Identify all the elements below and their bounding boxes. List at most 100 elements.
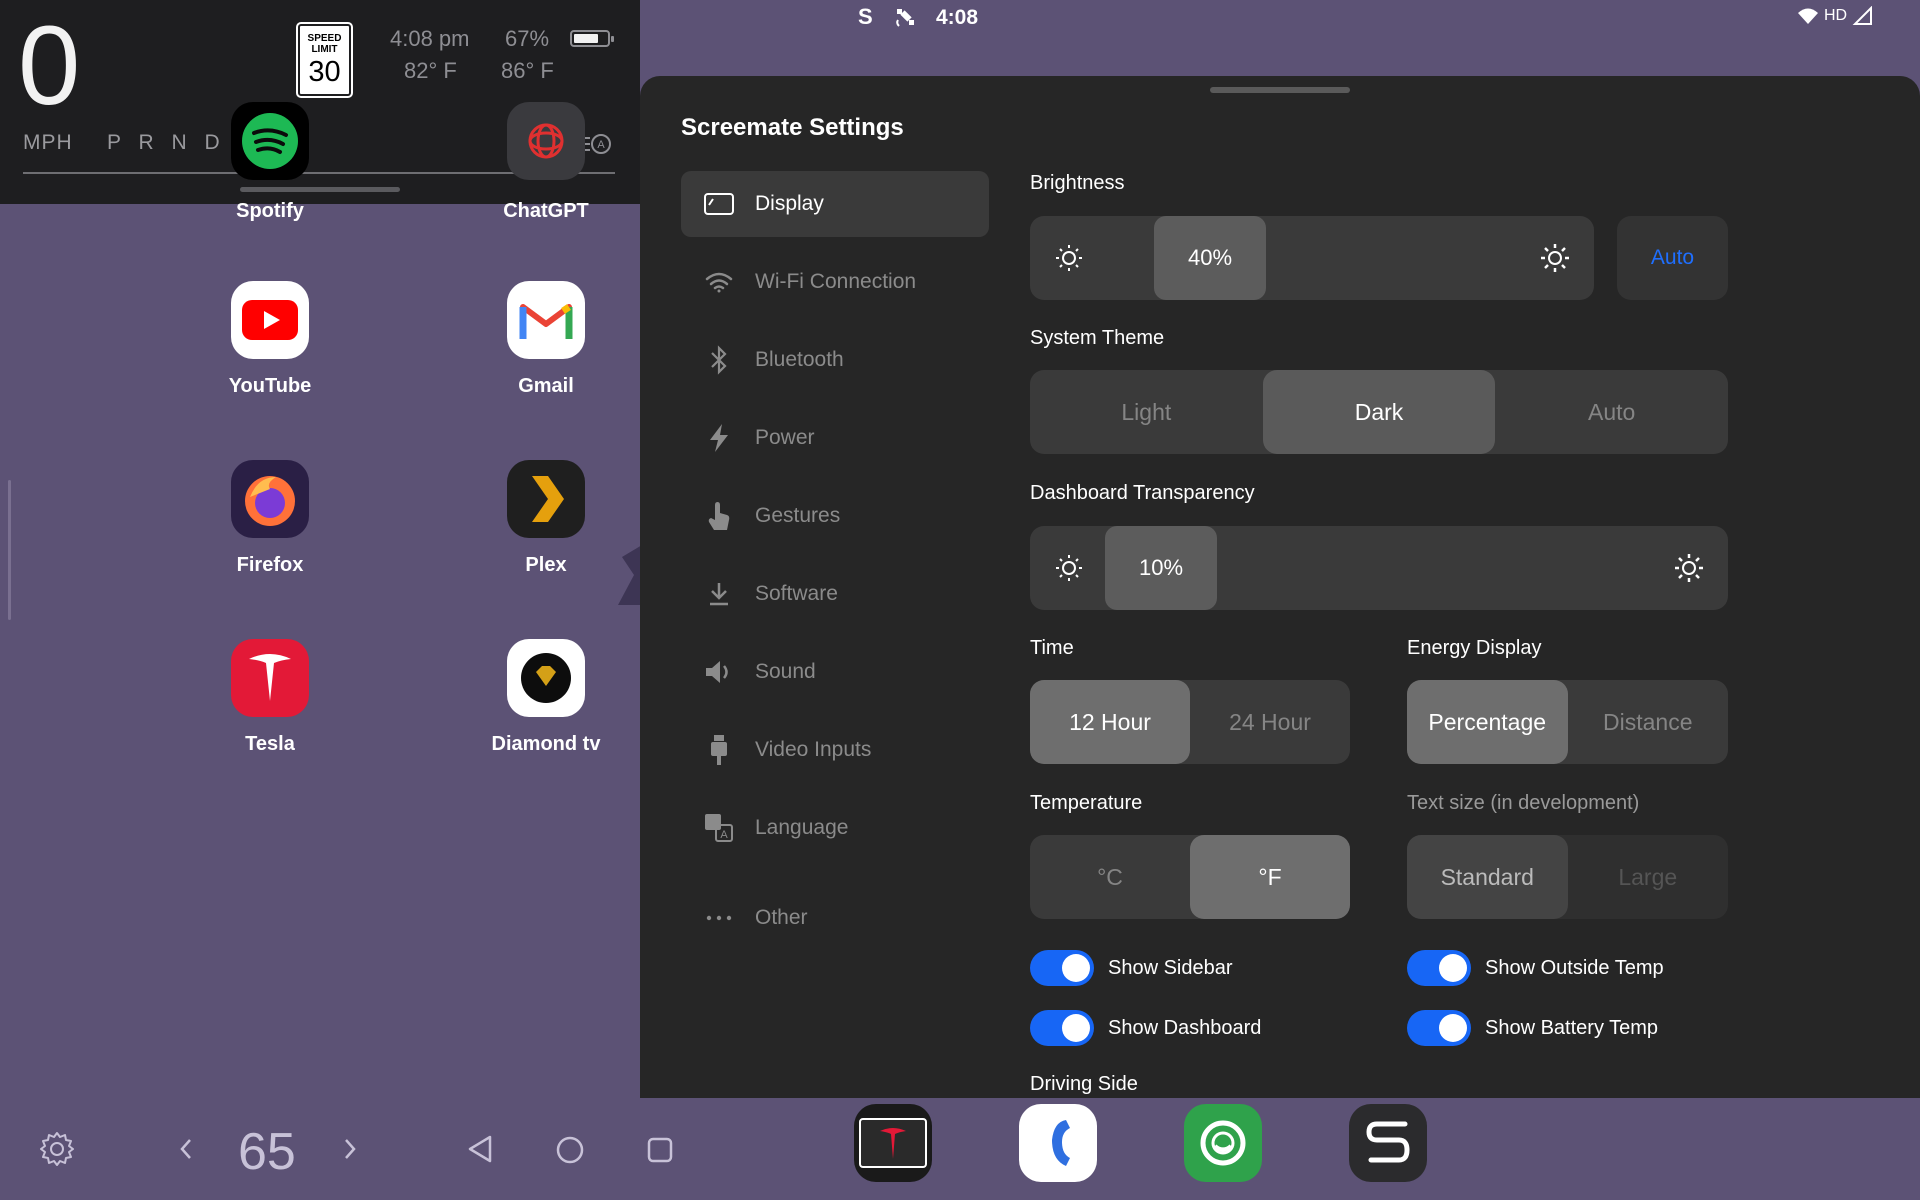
show-battery-temp-toggle[interactable] bbox=[1407, 1010, 1471, 1046]
sidebar-item-label: Gestures bbox=[755, 504, 841, 527]
theme-light-option[interactable]: Light bbox=[1030, 370, 1263, 454]
app-label-firefox: Firefox bbox=[236, 554, 304, 576]
app-label-diamond-tv: Diamond tv bbox=[491, 733, 601, 755]
diamond-tv-icon bbox=[507, 639, 585, 717]
volume-value: 65 bbox=[238, 1123, 296, 1181]
satellite-icon bbox=[896, 9, 914, 27]
svg-text:A: A bbox=[720, 829, 728, 841]
app-label-youtube: YouTube bbox=[228, 375, 312, 397]
time-format-segmented: 12 Hour 24 Hour bbox=[1030, 680, 1350, 764]
sidebar-item-gestures[interactable]: Gestures bbox=[681, 483, 989, 549]
app-tesla[interactable]: Tesla bbox=[170, 639, 370, 756]
svg-text:A: A bbox=[597, 139, 605, 151]
home-nav-icon[interactable] bbox=[555, 1135, 585, 1165]
sidebar-item-label: Language bbox=[755, 816, 849, 839]
dock-tesla-screen[interactable] bbox=[854, 1104, 932, 1182]
wifi-icon bbox=[701, 271, 737, 293]
show-battery-temp-row: Show Battery Temp bbox=[1407, 1010, 1658, 1046]
spotify-icon[interactable] bbox=[231, 102, 309, 180]
sidebar-item-label: Wi-Fi Connection bbox=[755, 270, 917, 293]
recents-nav-icon[interactable] bbox=[646, 1136, 674, 1164]
theme-auto-option[interactable]: Auto bbox=[1495, 370, 1728, 454]
show-outside-temp-label: Show Outside Temp bbox=[1485, 956, 1664, 979]
show-outside-temp-row: Show Outside Temp bbox=[1407, 950, 1664, 986]
panel-edge-tab[interactable] bbox=[614, 545, 642, 605]
energy-display-segmented: Percentage Distance bbox=[1407, 680, 1728, 764]
speed-limit-sign: SPEED LIMIT 30 bbox=[296, 22, 353, 98]
show-battery-temp-label: Show Battery Temp bbox=[1485, 1016, 1659, 1039]
brightness-thumb[interactable]: 40% bbox=[1154, 216, 1267, 300]
brightness-slider[interactable]: 40% bbox=[1030, 216, 1594, 300]
dashboard-handle[interactable] bbox=[240, 187, 400, 192]
ellipsis-icon bbox=[701, 915, 737, 921]
volume-down-chevron-icon[interactable] bbox=[178, 1136, 194, 1162]
temp-fahrenheit-option[interactable]: °F bbox=[1190, 835, 1350, 919]
left-edge-indicator[interactable] bbox=[8, 480, 11, 620]
transparency-slider[interactable]: 10% bbox=[1030, 526, 1728, 610]
sidebar-item-power[interactable]: Power bbox=[681, 405, 989, 471]
show-dashboard-label: Show Dashboard bbox=[1108, 1016, 1262, 1039]
screemate-s-icon bbox=[1366, 1121, 1410, 1163]
energy-distance-option[interactable]: Distance bbox=[1568, 680, 1729, 764]
tesla-screen-icon bbox=[859, 1118, 927, 1168]
system-theme-segmented: Light Dark Auto bbox=[1030, 370, 1728, 454]
sun-large-icon bbox=[1675, 554, 1703, 582]
energy-display-label: Energy Display bbox=[1407, 637, 1542, 659]
sidebar-item-wifi[interactable]: Wi-Fi Connection bbox=[681, 249, 989, 315]
gear-selector: P R N D bbox=[107, 131, 226, 154]
dock-phone[interactable] bbox=[1019, 1104, 1097, 1182]
app-label-spotify: Spotify bbox=[236, 200, 304, 222]
signal-icon bbox=[1852, 6, 1873, 25]
temperature-segmented: °C °F bbox=[1030, 835, 1350, 919]
sidebar-item-display[interactable]: Display bbox=[681, 171, 989, 237]
bolt-icon bbox=[701, 423, 737, 453]
sidebar-item-bluetooth[interactable]: Bluetooth bbox=[681, 327, 989, 393]
sidebar-item-label: Sound bbox=[755, 660, 816, 683]
volume-up-chevron-icon[interactable] bbox=[342, 1136, 358, 1162]
text-size-large-option[interactable]: Large bbox=[1568, 835, 1729, 919]
inside-temp: 82° F bbox=[404, 58, 457, 83]
dashboard-time: 4:08 pm bbox=[390, 26, 470, 51]
download-icon bbox=[701, 581, 737, 607]
dashboard-transparency-label: Dashboard Transparency bbox=[1030, 482, 1255, 504]
app-firefox[interactable]: Firefox bbox=[170, 460, 370, 577]
settings-gear-icon[interactable] bbox=[38, 1130, 76, 1168]
app-gmail[interactable]: Gmail bbox=[446, 281, 646, 398]
sidebar-item-sound[interactable]: Sound bbox=[681, 639, 989, 705]
chatgpt-icon[interactable] bbox=[507, 102, 585, 180]
panel-drag-handle[interactable] bbox=[1210, 87, 1350, 93]
show-sidebar-toggle[interactable] bbox=[1030, 950, 1094, 986]
time-12h-option[interactable]: 12 Hour bbox=[1030, 680, 1190, 764]
show-dashboard-row: Show Dashboard bbox=[1030, 1010, 1261, 1046]
sidebar-item-video-inputs[interactable]: Video Inputs bbox=[681, 717, 989, 783]
speed-limit-value: 30 bbox=[308, 56, 341, 88]
app-diamond-tv[interactable]: Diamond tv bbox=[446, 639, 646, 756]
sidebar-item-software[interactable]: Software bbox=[681, 561, 989, 627]
temp-celsius-option[interactable]: °C bbox=[1030, 835, 1190, 919]
back-nav-icon[interactable] bbox=[466, 1134, 494, 1164]
show-outside-temp-toggle[interactable] bbox=[1407, 950, 1471, 986]
show-sidebar-label: Show Sidebar bbox=[1108, 956, 1233, 979]
battery-icon bbox=[570, 30, 614, 47]
theme-dark-option[interactable]: Dark bbox=[1262, 370, 1496, 454]
text-size-standard-option[interactable]: Standard bbox=[1407, 835, 1568, 919]
brightness-auto-button[interactable]: Auto bbox=[1617, 216, 1728, 300]
dock-screemate[interactable] bbox=[1349, 1104, 1427, 1182]
sun-small-icon bbox=[1056, 245, 1082, 271]
app-youtube[interactable]: YouTube bbox=[170, 281, 370, 398]
app-label-chatgpt: ChatGPT bbox=[503, 200, 589, 222]
settings-title: Screemate Settings bbox=[681, 114, 904, 141]
network-type: HD bbox=[1824, 7, 1848, 24]
time-format-label: Time bbox=[1030, 637, 1074, 659]
speed-readout: 0 bbox=[18, 3, 81, 128]
speed-unit: MPH bbox=[23, 131, 73, 154]
transparency-thumb[interactable]: 10% bbox=[1105, 526, 1217, 610]
youtube-icon bbox=[231, 281, 309, 359]
sun-large-icon bbox=[1541, 244, 1569, 272]
dock-messages[interactable] bbox=[1184, 1104, 1262, 1182]
energy-percentage-option[interactable]: Percentage bbox=[1407, 680, 1568, 764]
sidebar-item-language[interactable]: A Language bbox=[681, 795, 989, 861]
sidebar-item-other[interactable]: Other bbox=[681, 885, 989, 951]
show-dashboard-toggle[interactable] bbox=[1030, 1010, 1094, 1046]
time-24h-option[interactable]: 24 Hour bbox=[1190, 680, 1350, 764]
